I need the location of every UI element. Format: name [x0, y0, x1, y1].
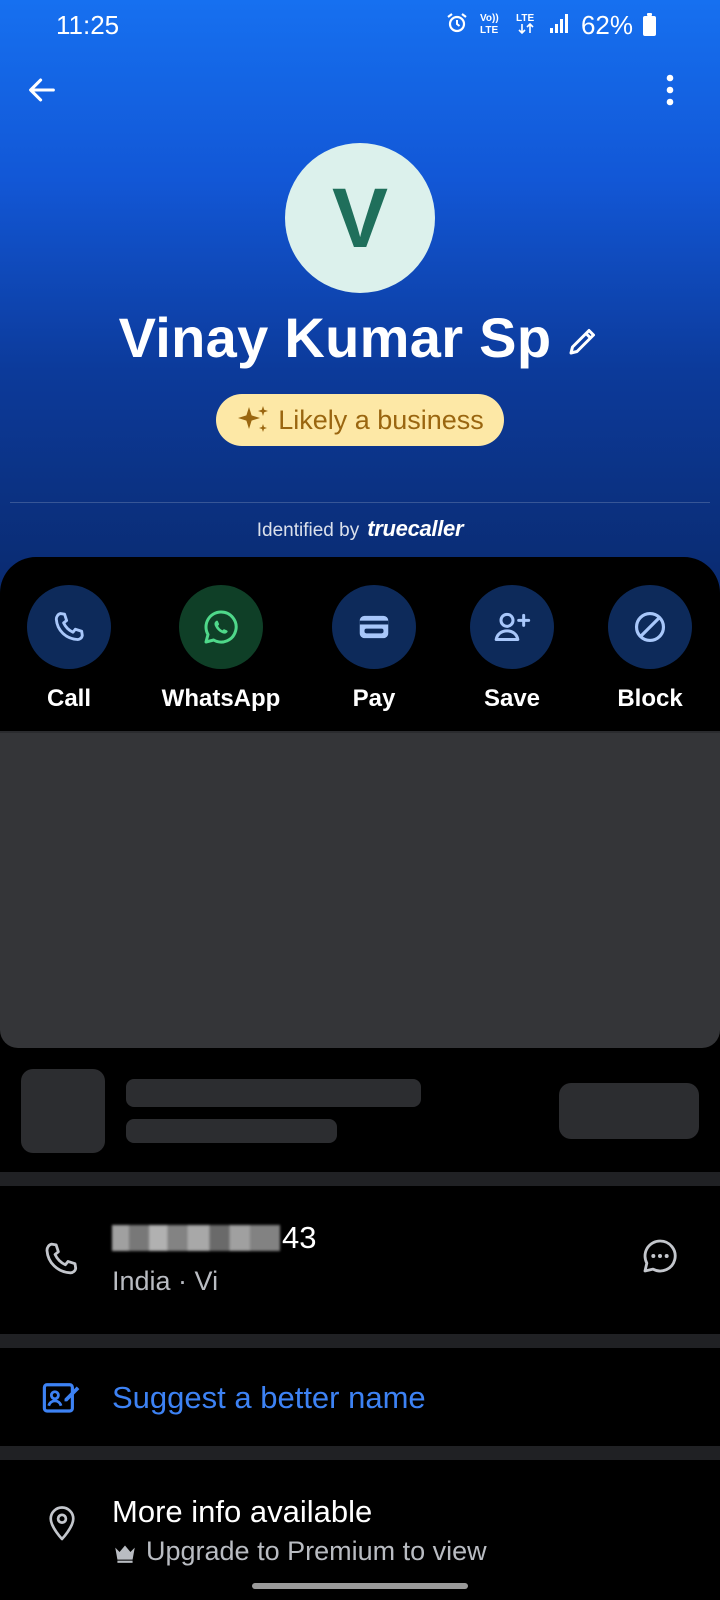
- phone-number-suffix: 43: [282, 1220, 317, 1255]
- premium-upsell-label: Upgrade to Premium to view: [146, 1536, 487, 1566]
- sparkle-icon: [238, 406, 269, 432]
- whatsapp-label: WhatsApp: [161, 685, 281, 712]
- avatar: V: [285, 143, 435, 293]
- svg-text:Vo)): Vo)): [480, 13, 499, 24]
- section-gap: [0, 1334, 720, 1348]
- volte-icon: Vo)) LTE: [479, 10, 505, 41]
- block-label: Block: [617, 685, 683, 712]
- identified-prefix: Identified by: [256, 520, 360, 541]
- identified-by: Identified by truecaller: [0, 516, 720, 542]
- phone-icon: [40, 1238, 82, 1285]
- location-pin-icon: [44, 1504, 80, 1549]
- block-icon: [634, 611, 666, 643]
- phone-carrier: India · Vi: [112, 1266, 219, 1296]
- crown-icon: [115, 1545, 135, 1563]
- edit-name-icon[interactable]: [565, 323, 601, 359]
- badge-label: Likely a business: [278, 404, 484, 435]
- message-icon[interactable]: [640, 1236, 680, 1281]
- premium-upsell: Upgrade to Premium to view: [112, 1536, 487, 1567]
- whatsapp-button[interactable]: WhatsApp: [151, 585, 291, 713]
- status-time: 11:25: [56, 10, 120, 40]
- phone-number: 43: [112, 1220, 316, 1256]
- status-icons: Vo)) LTE LTE 62%: [445, 10, 656, 41]
- truecaller-logo: truecaller: [367, 516, 464, 541]
- skeleton-button: [559, 1083, 699, 1139]
- phone-icon: [54, 612, 84, 641]
- alarm-icon: [445, 11, 469, 40]
- status-bar: 11:25 Vo)) LTE LTE 62%: [0, 0, 720, 52]
- block-button-circle[interactable]: [608, 585, 692, 669]
- actions-panel: Call WhatsApp Pay Save Block: [0, 557, 720, 732]
- pay-button[interactable]: Pay: [304, 585, 444, 713]
- more-info-row[interactable]: More info available Upgrade to Premium t…: [0, 1460, 720, 1600]
- signal-icon: [549, 12, 571, 39]
- more-info-title: More info available: [112, 1494, 373, 1529]
- whatsapp-button-circle[interactable]: [179, 585, 263, 669]
- skeleton-line: [126, 1079, 421, 1107]
- call-button-circle[interactable]: [27, 585, 111, 669]
- ad-placeholder: [0, 733, 720, 1048]
- save-button-circle[interactable]: [470, 585, 554, 669]
- wallet-icon: [359, 615, 389, 639]
- pay-label: Pay: [352, 685, 396, 712]
- save-button[interactable]: Save: [442, 585, 582, 713]
- profile-header: [0, 0, 720, 600]
- contact-name-row: Vinay Kumar Sp: [0, 305, 720, 370]
- skeleton-row: [0, 1048, 720, 1168]
- redacted-digits: [112, 1225, 280, 1251]
- likely-business-badge: Likely a business: [216, 394, 504, 446]
- svg-text:LTE: LTE: [480, 25, 498, 36]
- battery-percent: 62%: [580, 10, 633, 40]
- call-label: Call: [46, 685, 91, 712]
- divider: [10, 502, 710, 503]
- add-contact-icon: [494, 612, 531, 641]
- contact-name: Vinay Kumar Sp: [118, 306, 552, 369]
- more-options-button[interactable]: [650, 70, 690, 110]
- lte-icon: LTE: [515, 10, 539, 41]
- home-indicator[interactable]: [252, 1583, 468, 1589]
- save-label: Save: [483, 685, 541, 712]
- whatsapp-icon: [204, 610, 238, 644]
- arrow-left-icon: [29, 78, 55, 102]
- battery-icon: [643, 12, 656, 36]
- svg-text:LTE: LTE: [516, 13, 534, 24]
- block-button[interactable]: Block: [580, 585, 720, 713]
- more-vert-icon: [666, 74, 674, 106]
- suggest-name-row[interactable]: Suggest a better name: [0, 1348, 720, 1446]
- skeleton-line: [126, 1119, 337, 1143]
- suggest-name-icon: [40, 1376, 82, 1423]
- section-gap: [0, 1172, 720, 1186]
- phone-number-row[interactable]: 43 India · Vi: [0, 1186, 720, 1334]
- pay-button-circle[interactable]: [332, 585, 416, 669]
- call-button[interactable]: Call: [0, 585, 139, 713]
- section-gap: [0, 1446, 720, 1460]
- skeleton-thumbnail: [21, 1069, 105, 1153]
- suggest-name-label: Suggest a better name: [112, 1380, 426, 1415]
- back-button[interactable]: [22, 70, 62, 110]
